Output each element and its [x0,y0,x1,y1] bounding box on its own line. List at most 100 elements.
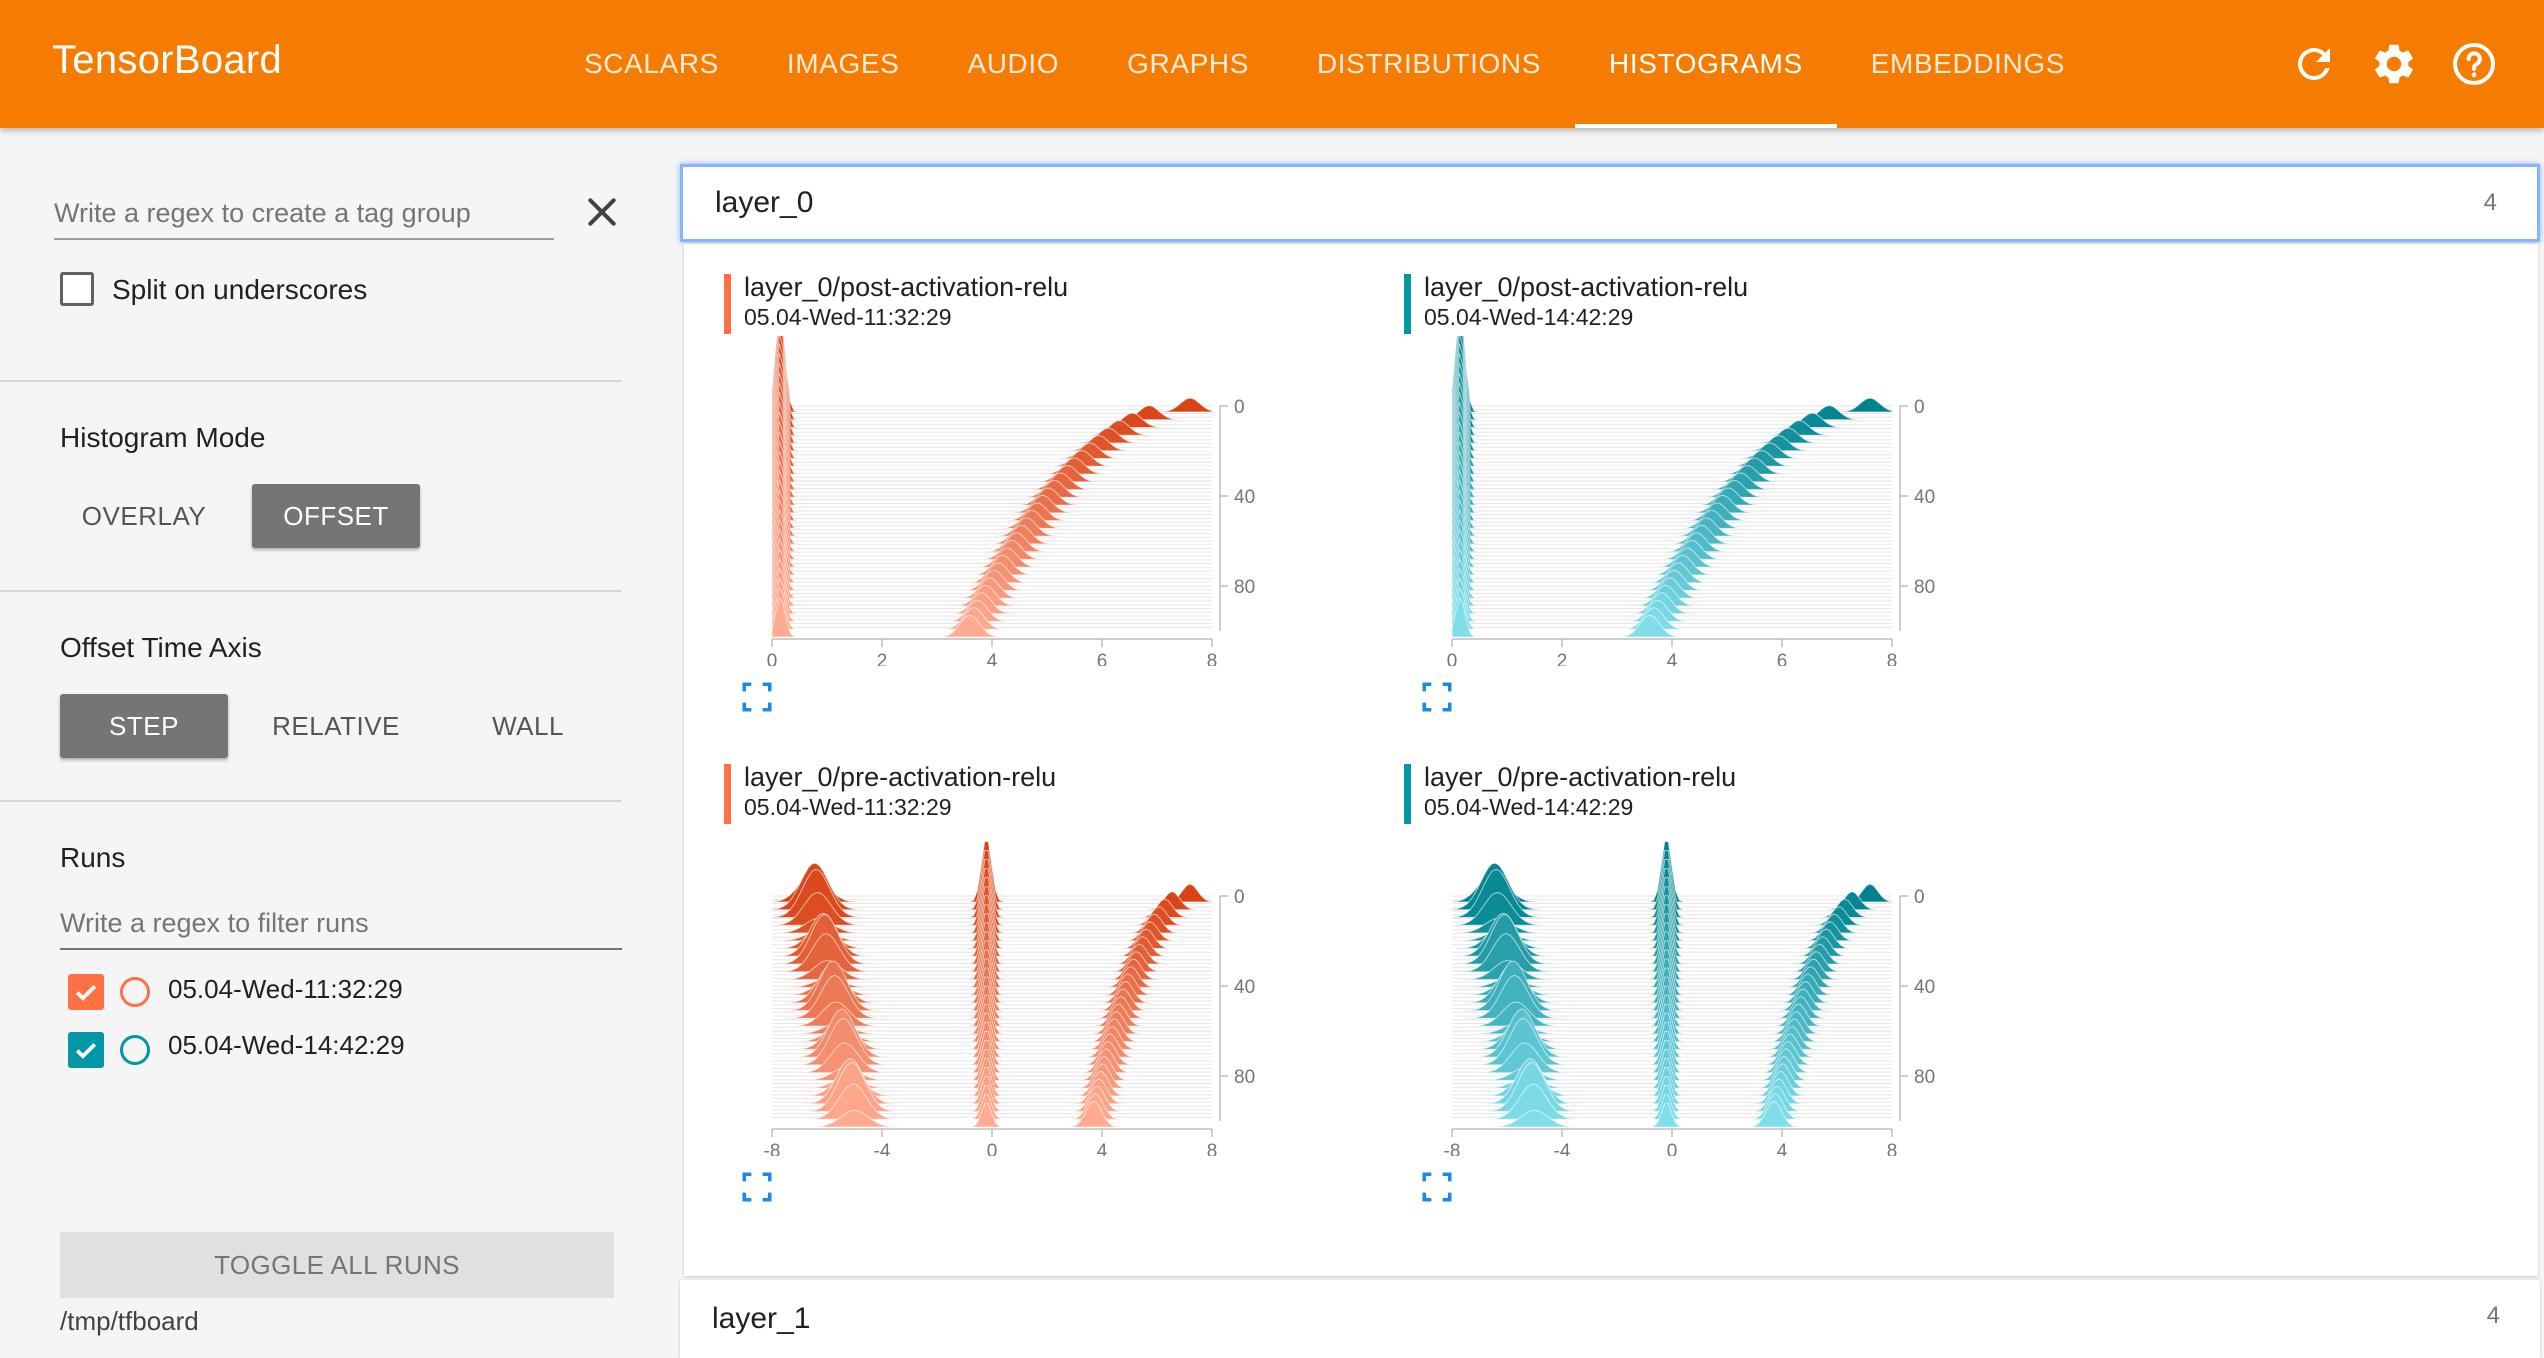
tag-group-name: layer_1 [712,1302,811,1335]
tag-group-name: layer_0 [715,186,814,219]
y-tick-label: 40 [1234,977,1255,998]
tab-embeddings[interactable]: EMBEDDINGS [1837,0,2099,128]
histogram-ridge [771,431,1213,506]
histogram-ridge [771,450,1213,522]
run-checkbox-2[interactable] [68,1032,104,1068]
histogram-ridge [1451,336,1893,421]
offset-time-axis-title: Offset Time Axis [60,632,262,663]
fullscreen-icon[interactable] [1420,680,1454,714]
run-filter-field [60,900,622,950]
nav-tabs: SCALARS IMAGES AUDIO GRAPHS DISTRIBUTION… [550,0,2099,128]
x-tick-label: 6 [1097,651,1108,666]
tag-group-header-layer-1[interactable]: layer_1 4 [680,1280,2540,1358]
close-icon[interactable] [582,192,622,232]
histogram-card-4: layer_0/pre-activation-relu 05.04-Wed-14… [1404,754,2044,1234]
x-tick-label: 8 [1887,651,1898,666]
x-tick-label: 0 [1667,1141,1678,1156]
check-icon [75,1043,97,1059]
run-color-bar [724,274,731,334]
refresh-icon[interactable] [2290,40,2338,88]
tab-images[interactable]: IMAGES [753,0,934,128]
y-tick-label: 0 [1914,887,1925,908]
check-icon [75,985,97,1001]
histogram-chart: 0 2 4 6 804080 [767,336,1255,666]
gear-icon[interactable] [2370,40,2418,88]
x-tick-label: 8 [1887,1141,1898,1156]
divider [0,380,622,382]
tab-scalars[interactable]: SCALARS [550,0,753,128]
relative-button[interactable]: RELATIVE [252,694,420,758]
y-tick-label: 80 [1234,1067,1255,1088]
run-color-dot-1[interactable] [120,977,150,1007]
x-tick-label: 0 [987,1141,998,1156]
help-icon[interactable] [2450,40,2498,88]
x-tick-label: 6 [1777,651,1788,666]
y-tick-label: 0 [1914,397,1925,418]
tag-group-count: 4 [2483,189,2497,216]
fullscreen-icon[interactable] [740,680,774,714]
y-tick-label: 0 [1234,887,1245,908]
histogram-ridge [1451,352,1893,444]
tab-audio[interactable]: AUDIO [933,0,1093,128]
fullscreen-icon[interactable] [1420,1170,1454,1204]
card-title: layer_0/pre-activation-relu [1424,762,1737,792]
histogram-chart: -8 -4 0 4 804080 [1444,841,1935,1156]
sidebar: Split on underscores Histogram Mode OVER… [0,128,680,1358]
histogram-card-1: layer_0/post-activation-relu 05.04-Wed-1… [724,264,1364,744]
x-tick-label: -8 [1444,1141,1461,1156]
card-title: layer_0/pre-activation-relu [744,762,1057,792]
run-color-dot-2[interactable] [120,1035,150,1065]
divider [0,590,622,592]
tag-group-regex-input[interactable] [54,190,554,236]
tab-distributions[interactable]: DISTRIBUTIONS [1283,0,1575,128]
tag-group-panel: layer_0/post-activation-relu 05.04-Wed-1… [684,244,2538,1276]
y-tick-label: 80 [1914,577,1935,598]
histogram-ridge [1451,421,1893,498]
card-title: layer_0/post-activation-relu [744,272,1069,302]
histogram-ridge [771,421,1213,498]
main-content: layer_0 4 layer_0/post-activation-relu 0… [680,128,2544,1358]
histogram-ridge [771,336,1213,413]
fullscreen-icon[interactable] [740,1170,774,1204]
x-tick-label: 4 [1667,651,1678,666]
x-tick-label: 2 [1557,651,1568,666]
histogram-ridge [1451,431,1893,506]
y-tick-label: 40 [1234,487,1255,508]
y-tick-label: 80 [1234,577,1255,598]
y-tick-label: 0 [1234,397,1245,418]
offset-button[interactable]: OFFSET [252,484,420,548]
card-run: 05.04-Wed-14:42:29 [1424,304,1634,330]
overlay-button[interactable]: OVERLAY [60,484,228,548]
card-run: 05.04-Wed-11:32:29 [744,304,952,330]
x-tick-label: -8 [764,1141,781,1156]
top-toolbar: TensorBoard SCALARS IMAGES AUDIO GRAPHS … [0,0,2544,128]
histogram-card-2: layer_0/post-activation-relu 05.04-Wed-1… [1404,264,2044,744]
run-checkbox-1[interactable] [68,974,104,1010]
x-tick-label: 0 [767,651,778,666]
tab-histograms[interactable]: HISTOGRAMS [1575,0,1837,128]
tag-group-header-layer-0[interactable]: layer_0 4 [680,164,2540,242]
tab-graphs[interactable]: GRAPHS [1093,0,1283,128]
run-label-1: 05.04-Wed-11:32:29 [168,974,403,1004]
run-label-2: 05.04-Wed-14:42:29 [168,1030,405,1060]
tag-group-regex-field [54,190,554,240]
tag-group-count: 4 [2486,1302,2500,1329]
run-color-bar [1404,764,1411,824]
toggle-all-runs-button[interactable]: TOGGLE ALL RUNS [60,1232,614,1298]
y-tick-label: 40 [1914,977,1935,998]
x-tick-label: 4 [1777,1141,1788,1156]
wall-button[interactable]: WALL [444,694,612,758]
histogram-ridge [771,352,1213,444]
card-title: layer_0/post-activation-relu [1424,272,1749,302]
card-run: 05.04-Wed-14:42:29 [1424,794,1634,820]
run-filter-input[interactable] [60,900,622,946]
x-tick-label: 8 [1207,1141,1218,1156]
histogram-ridge [771,336,1213,421]
split-underscores-checkbox[interactable] [60,272,94,306]
step-button[interactable]: STEP [60,694,228,758]
x-tick-label: 4 [1097,1141,1108,1156]
app-title: TensorBoard [52,38,283,82]
x-tick-label: 2 [877,651,888,666]
y-tick-label: 80 [1914,1067,1935,1088]
histogram-card-3: layer_0/pre-activation-relu 05.04-Wed-11… [724,754,1364,1234]
